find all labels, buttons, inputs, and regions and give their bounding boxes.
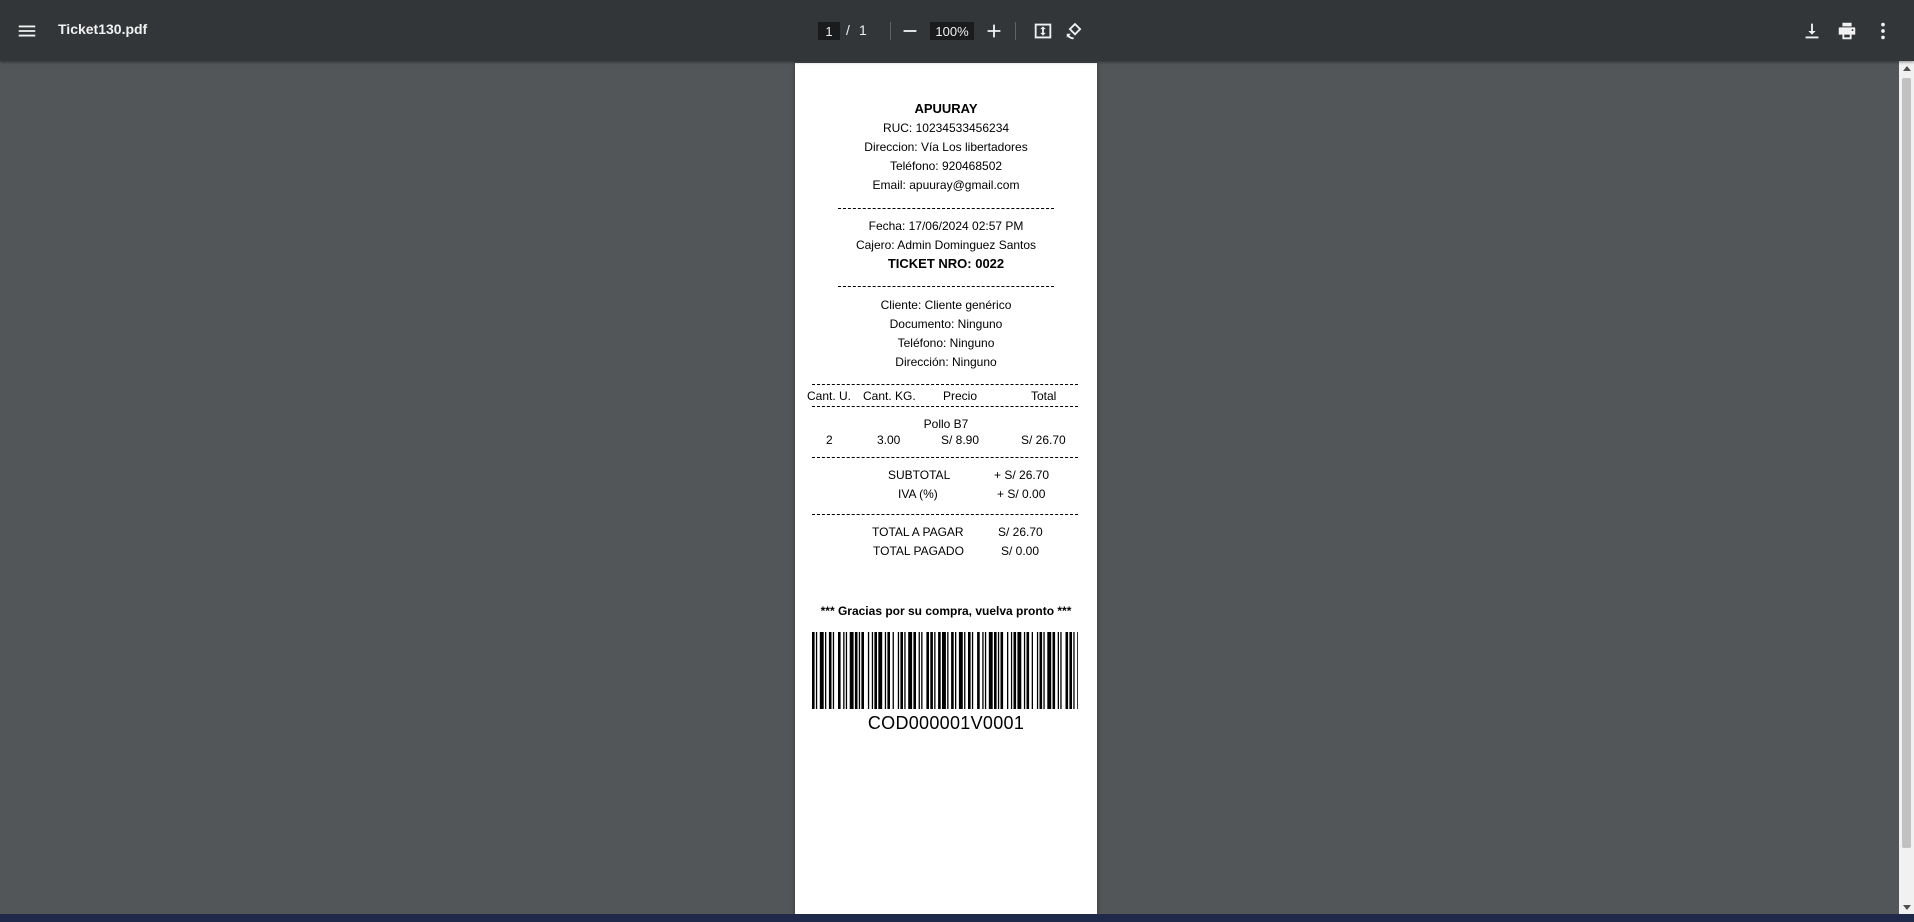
total-paid-label: TOTAL PAGADO [873,544,964,558]
ticket-number: TICKET NRO: 0022 [887,256,1005,271]
item-qty-kg: 3.00 [877,433,901,447]
column-header-units: Cant. U. [807,389,852,403]
pdf-toolbar: Ticket130.pdf / 1 [0,0,1914,61]
subtotal-label: SUBTOTAL [888,468,951,482]
zoom-out-button[interactable] [893,14,927,48]
page-separator: / [846,22,850,38]
item-total: S/ 26.70 [1021,433,1066,447]
total-paid-value: S/ 0.00 [1001,544,1040,558]
thank-you-message: *** Gracias por su compra, vuelva pronto… [820,604,1072,618]
print-button[interactable] [1830,14,1864,48]
scroll-down-arrow[interactable] [1899,899,1914,914]
fit-page-icon [1034,23,1052,39]
subtotal-value: + S/ 26.70 [994,468,1050,482]
scrollbar-thumb[interactable] [1902,78,1911,848]
separator-line [812,384,1078,385]
menu-button[interactable] [10,14,44,48]
more-vertical-icon [1881,22,1885,40]
page-number-input[interactable] [818,22,840,40]
taskbar-strip [0,914,1914,922]
separator-line [838,208,1054,209]
vertical-scrollbar[interactable] [1899,61,1914,914]
separator-line [838,286,1054,287]
separator-line [812,406,1078,407]
company-address: Direccion: Vía Los libertadores [864,140,1028,154]
column-header-price: Precio [943,389,978,403]
company-email: Email: apuuray@gmail.com [872,178,1020,192]
column-header-total: Total [1031,389,1057,403]
barcode-image [812,632,1078,709]
download-button[interactable] [1795,14,1829,48]
client-phone: Teléfono: Ninguno [897,336,995,350]
item-price: S/ 8.90 [941,433,980,447]
tax-label: IVA (%) [898,487,938,501]
company-name: APUURAY [914,101,978,116]
total-to-pay-label: TOTAL A PAGAR [872,525,964,539]
tax-value: + S/ 0.00 [997,487,1046,501]
toolbar-divider [890,22,891,40]
zoom-in-button[interactable] [977,14,1011,48]
rotate-counterclockwise-icon [1066,22,1082,40]
company-ruc: RUC: 10234533456234 [882,121,1010,135]
more-options-button[interactable] [1866,14,1900,48]
minus-icon [903,30,917,32]
separator-line [812,514,1078,515]
client-address: Dirección: Ninguno [895,355,997,369]
total-pages: 1 [859,22,867,38]
separator-line [812,457,1078,458]
zoom-input[interactable] [930,22,974,40]
ticket-cashier: Cajero: Admin Dominguez Santos [855,238,1037,252]
rotate-button[interactable] [1058,14,1092,48]
document-viewport: APUURAY RUC: 10234533456234 Direccion: V… [0,61,1899,914]
plus-icon [987,24,1001,38]
printer-icon [1838,22,1856,40]
client-document: Documento: Ninguno [889,317,1003,331]
hamburger-menu-icon [18,25,36,37]
fit-to-page-button[interactable] [1026,14,1060,48]
column-header-kg: Cant. KG. [863,389,916,403]
download-icon [1805,23,1819,39]
total-to-pay-value: S/ 26.70 [998,525,1043,539]
toolbar-divider [1015,22,1016,40]
arrow-up-icon [1902,65,1911,71]
scroll-up-arrow[interactable] [1899,61,1914,76]
company-phone: Teléfono: 920468502 [889,159,1003,173]
arrow-down-icon [1902,904,1911,910]
document-title: Ticket130.pdf [58,21,148,37]
pdf-page: APUURAY RUC: 10234533456234 Direccion: V… [795,63,1097,914]
item-name: Pollo B7 [923,417,969,431]
ticket-date: Fecha: 17/06/2024 02:57 PM [868,219,1024,233]
item-qty-units: 2 [826,433,833,447]
barcode-code: COD000001V0001 [867,713,1025,733]
client-name: Cliente: Cliente genérico [880,298,1012,312]
